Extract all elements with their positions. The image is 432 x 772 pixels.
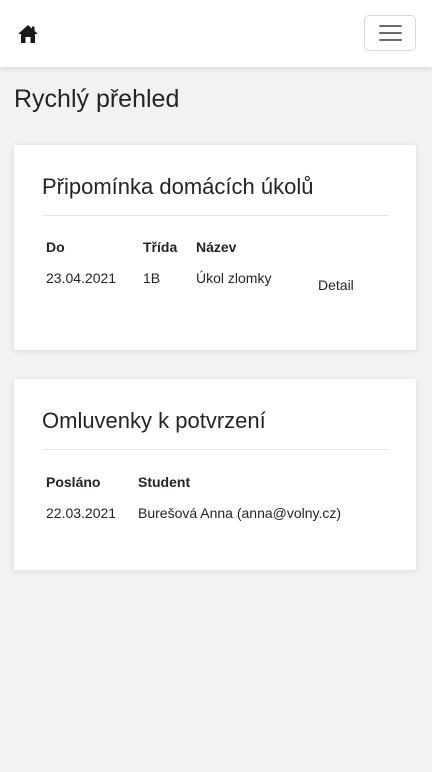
excuse-student: Burešová Anna (anna@volny.cz) bbox=[138, 505, 342, 521]
homework-date: 23.04.2021 bbox=[46, 270, 117, 286]
menu-toggle-button[interactable] bbox=[364, 15, 416, 51]
page-title: Rychlý přehled bbox=[14, 85, 180, 113]
homework-detail-button[interactable]: Detail bbox=[307, 272, 365, 298]
homework-class: 1B bbox=[143, 270, 161, 286]
homework-card-title: Připomínka domácích úkolů bbox=[42, 174, 314, 199]
excuses-to-confirm-card: Omluvenky k potvrzení Posláno Student 22… bbox=[14, 379, 416, 570]
column-header-name: Název bbox=[196, 239, 237, 255]
homework-name: Úkol zlomky bbox=[196, 270, 272, 286]
top-navbar bbox=[0, 0, 432, 67]
card-divider bbox=[42, 215, 389, 216]
column-header-date: Do bbox=[46, 239, 65, 255]
home-icon[interactable] bbox=[17, 24, 39, 44]
excuses-card-title: Omluvenky k potvrzení bbox=[42, 408, 266, 433]
hamburger-menu-icon-bar bbox=[379, 32, 402, 34]
homework-reminder-card: Připomínka domácích úkolů Do Třída Název… bbox=[14, 145, 416, 350]
column-header-student: Student bbox=[138, 474, 191, 490]
column-header-class: Třída bbox=[143, 239, 178, 255]
hamburger-menu-icon bbox=[379, 25, 402, 27]
card-divider bbox=[42, 449, 389, 450]
column-header-sent: Posláno bbox=[46, 474, 101, 490]
hamburger-menu-icon-bar bbox=[379, 39, 402, 41]
excuse-sent-date: 22.03.2021 bbox=[46, 505, 117, 521]
